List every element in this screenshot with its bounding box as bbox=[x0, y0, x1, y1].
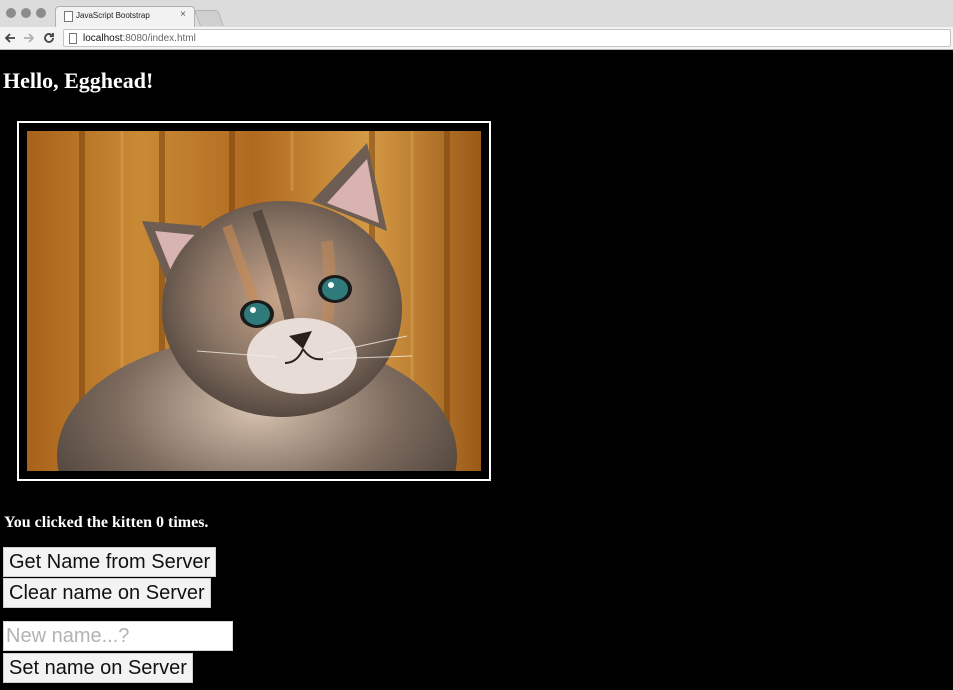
tab-close-icon[interactable]: × bbox=[180, 10, 186, 20]
browser-chrome: JavaScript Bootstrap × localhost:8080/in… bbox=[0, 0, 953, 50]
minimize-window-icon[interactable] bbox=[21, 8, 31, 18]
url-path: :8080/index.html bbox=[122, 33, 196, 44]
click-count-message: You clicked the kitten 0 times. bbox=[4, 514, 209, 531]
page-content: Hello, Egghead! You clicked the kitten 0… bbox=[0, 50, 953, 690]
maximize-window-icon[interactable] bbox=[36, 8, 46, 18]
page-icon bbox=[64, 11, 73, 22]
page-icon bbox=[69, 33, 77, 44]
address-bar[interactable]: localhost:8080/index.html bbox=[63, 29, 951, 47]
arrow-left-icon bbox=[4, 33, 15, 43]
new-tab-button[interactable] bbox=[194, 10, 224, 26]
kitten-image-frame[interactable] bbox=[17, 121, 491, 481]
clear-name-button[interactable]: Clear name on Server bbox=[3, 578, 211, 608]
reload-button[interactable] bbox=[43, 29, 55, 49]
arrow-right-icon bbox=[24, 33, 35, 43]
reload-icon bbox=[44, 33, 54, 43]
get-name-button[interactable]: Get Name from Server bbox=[3, 547, 217, 577]
url-host: localhost bbox=[83, 33, 123, 44]
forward-button[interactable] bbox=[23, 29, 35, 49]
name-input[interactable] bbox=[3, 621, 233, 651]
close-window-icon[interactable] bbox=[6, 8, 16, 18]
browser-tab[interactable]: JavaScript Bootstrap × bbox=[55, 6, 195, 27]
tab-title: JavaScript Bootstrap bbox=[76, 11, 150, 20]
tab-bar: JavaScript Bootstrap × bbox=[0, 0, 953, 27]
set-name-button[interactable]: Set name on Server bbox=[3, 653, 193, 683]
page-heading: Hello, Egghead! bbox=[3, 68, 154, 93]
url-text: localhost:8080/index.html bbox=[83, 32, 196, 45]
back-button[interactable] bbox=[4, 29, 16, 49]
kitten-image[interactable] bbox=[27, 131, 481, 471]
